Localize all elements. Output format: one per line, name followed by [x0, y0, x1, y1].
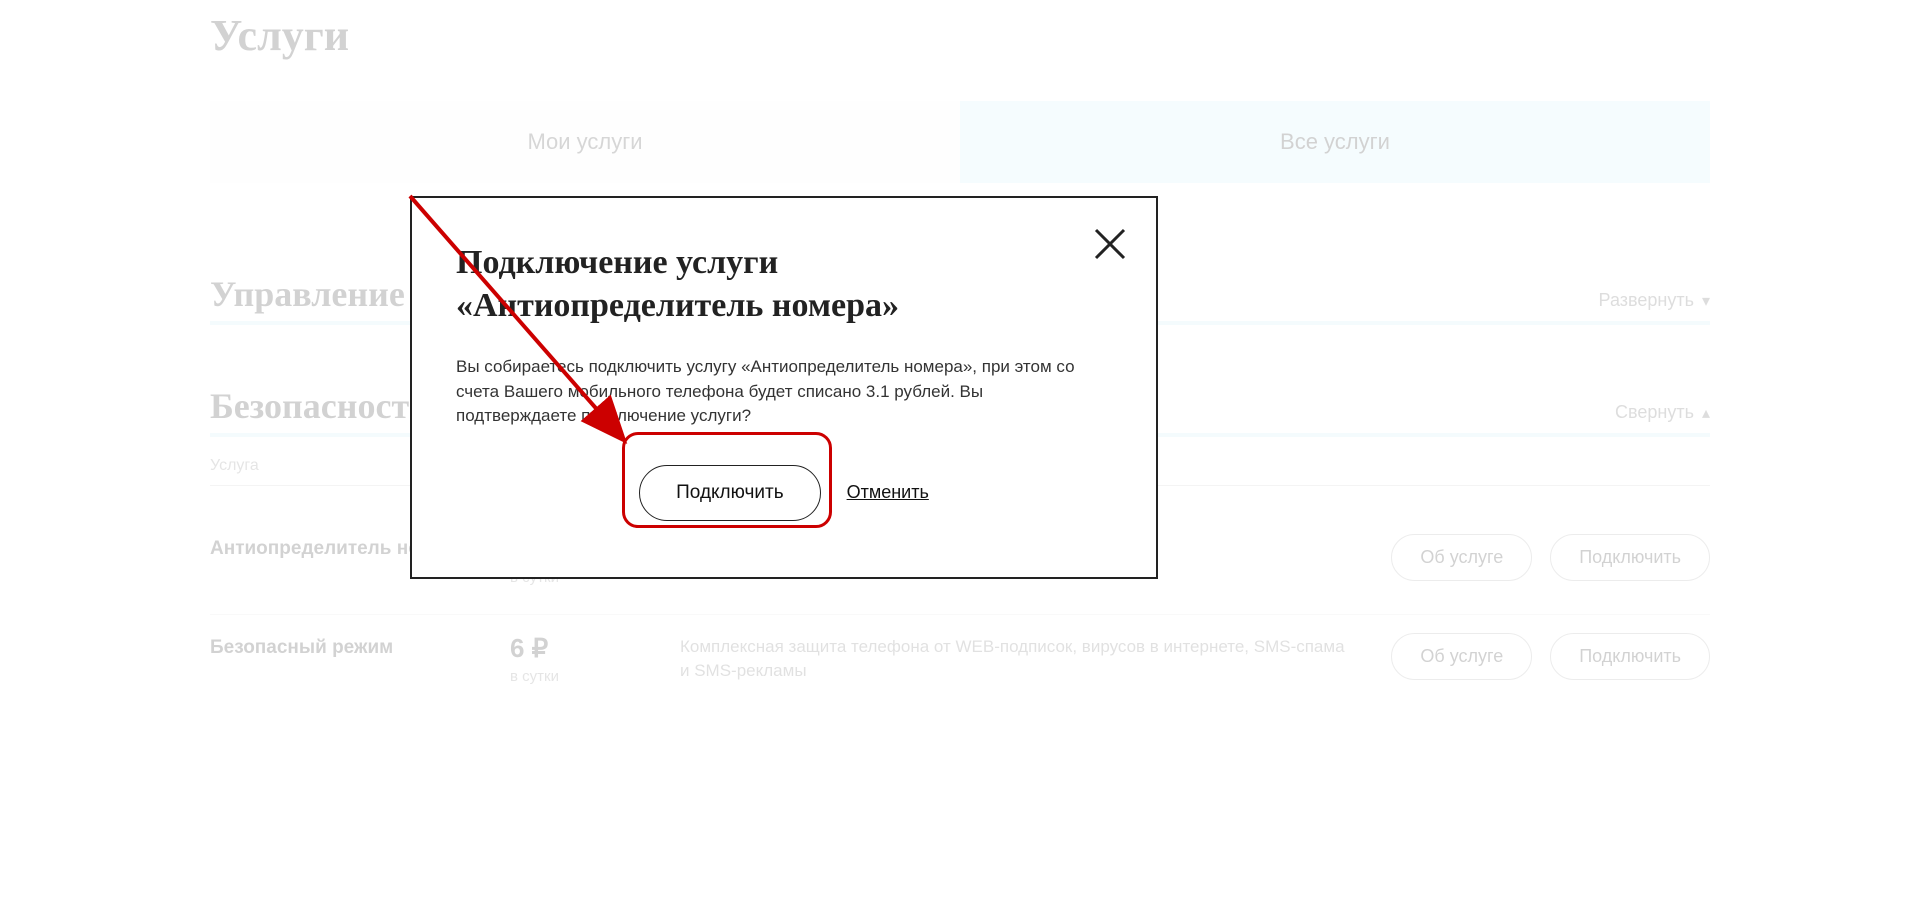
modal-body: Вы собираетесь подключить услугу «Антиоп… — [456, 355, 1112, 429]
modal-cancel-link[interactable]: Отменить — [847, 482, 929, 503]
modal-actions: Подключить Отменить — [456, 465, 1112, 521]
modal-connect-button[interactable]: Подключить — [639, 465, 820, 521]
modal-title: Подключение услуги «Антиопределитель ном… — [456, 242, 1112, 327]
close-icon[interactable] — [1090, 224, 1130, 264]
confirm-modal: Подключение услуги «Антиопределитель ном… — [410, 196, 1158, 579]
